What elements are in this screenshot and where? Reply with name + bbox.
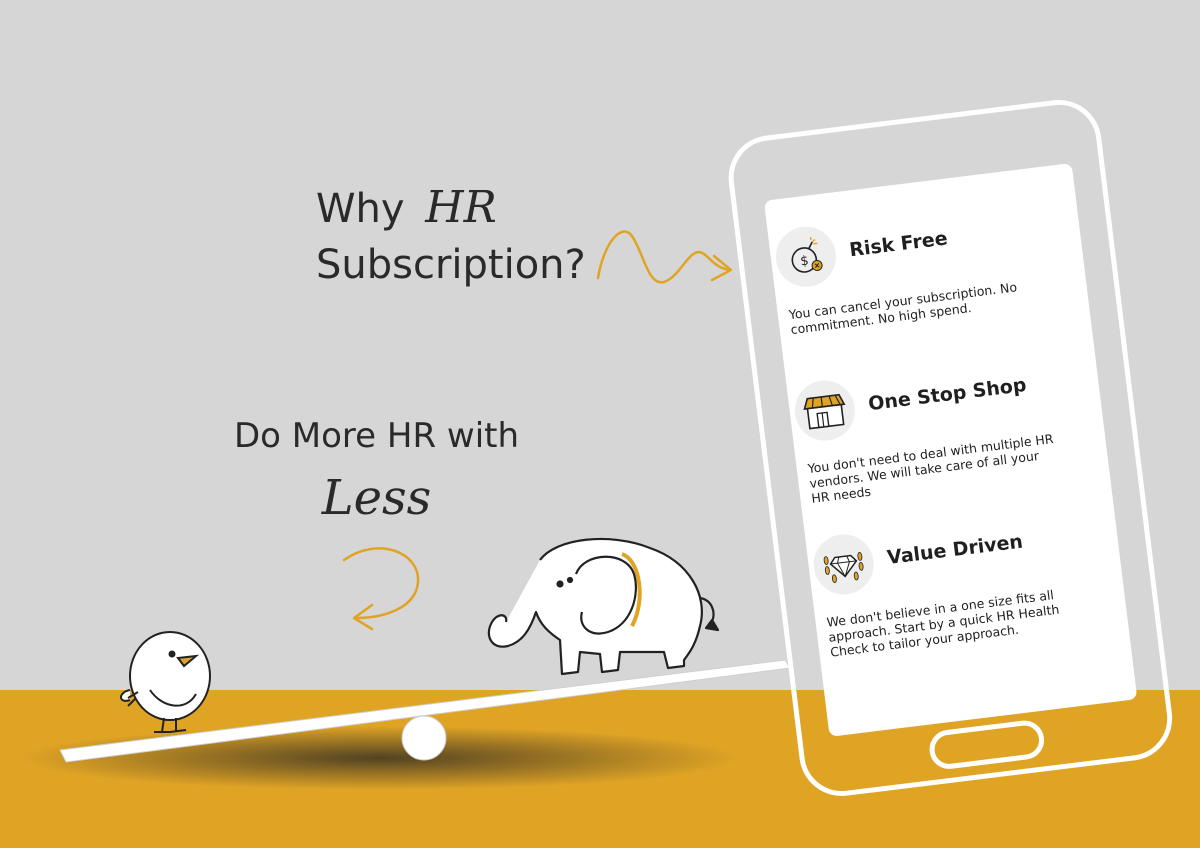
tagline-main: Do More HR with — [234, 416, 520, 456]
tagline: Do More HR with Less — [234, 414, 520, 526]
headline-why-hr: Why HR Subscription? — [316, 180, 586, 293]
seesaw-fulcrum — [401, 715, 447, 761]
bird-illustration — [120, 631, 211, 733]
feature-description: You can cancel your subscription. No com… — [787, 279, 1018, 338]
diamond-laurel-icon — [810, 531, 878, 598]
headline-subscription: Subscription? — [316, 242, 586, 288]
headline-hr: HR — [425, 182, 497, 233]
feature-value-driven: Value Driven We don't believe in a one s… — [810, 501, 1118, 660]
feature-description: You don't need to deal with multiple HR … — [806, 431, 1055, 506]
curved-arrow — [342, 547, 420, 620]
feature-one-stop-shop: One Stop Shop You don't need to deal wit… — [791, 347, 1099, 506]
storefront-icon — [791, 377, 859, 445]
elephant-illustration — [487, 537, 720, 676]
feature-description: We don't believe in a one size fits all … — [825, 587, 1061, 660]
seesaw-shadow — [20, 726, 740, 790]
squiggle-arrow — [596, 230, 732, 284]
phone-screen: $ Risk Free You can cancel your subscrip… — [772, 193, 1138, 697]
feature-title: Value Driven — [885, 530, 1025, 570]
feature-title: Risk Free — [848, 227, 949, 262]
tagline-emphasis: Less — [321, 470, 432, 526]
svg-text:$: $ — [799, 254, 809, 270]
feature-title: One Stop Shop — [867, 373, 1028, 416]
money-bomb-icon: $ — [772, 223, 840, 291]
headline-why: Why — [316, 186, 405, 232]
